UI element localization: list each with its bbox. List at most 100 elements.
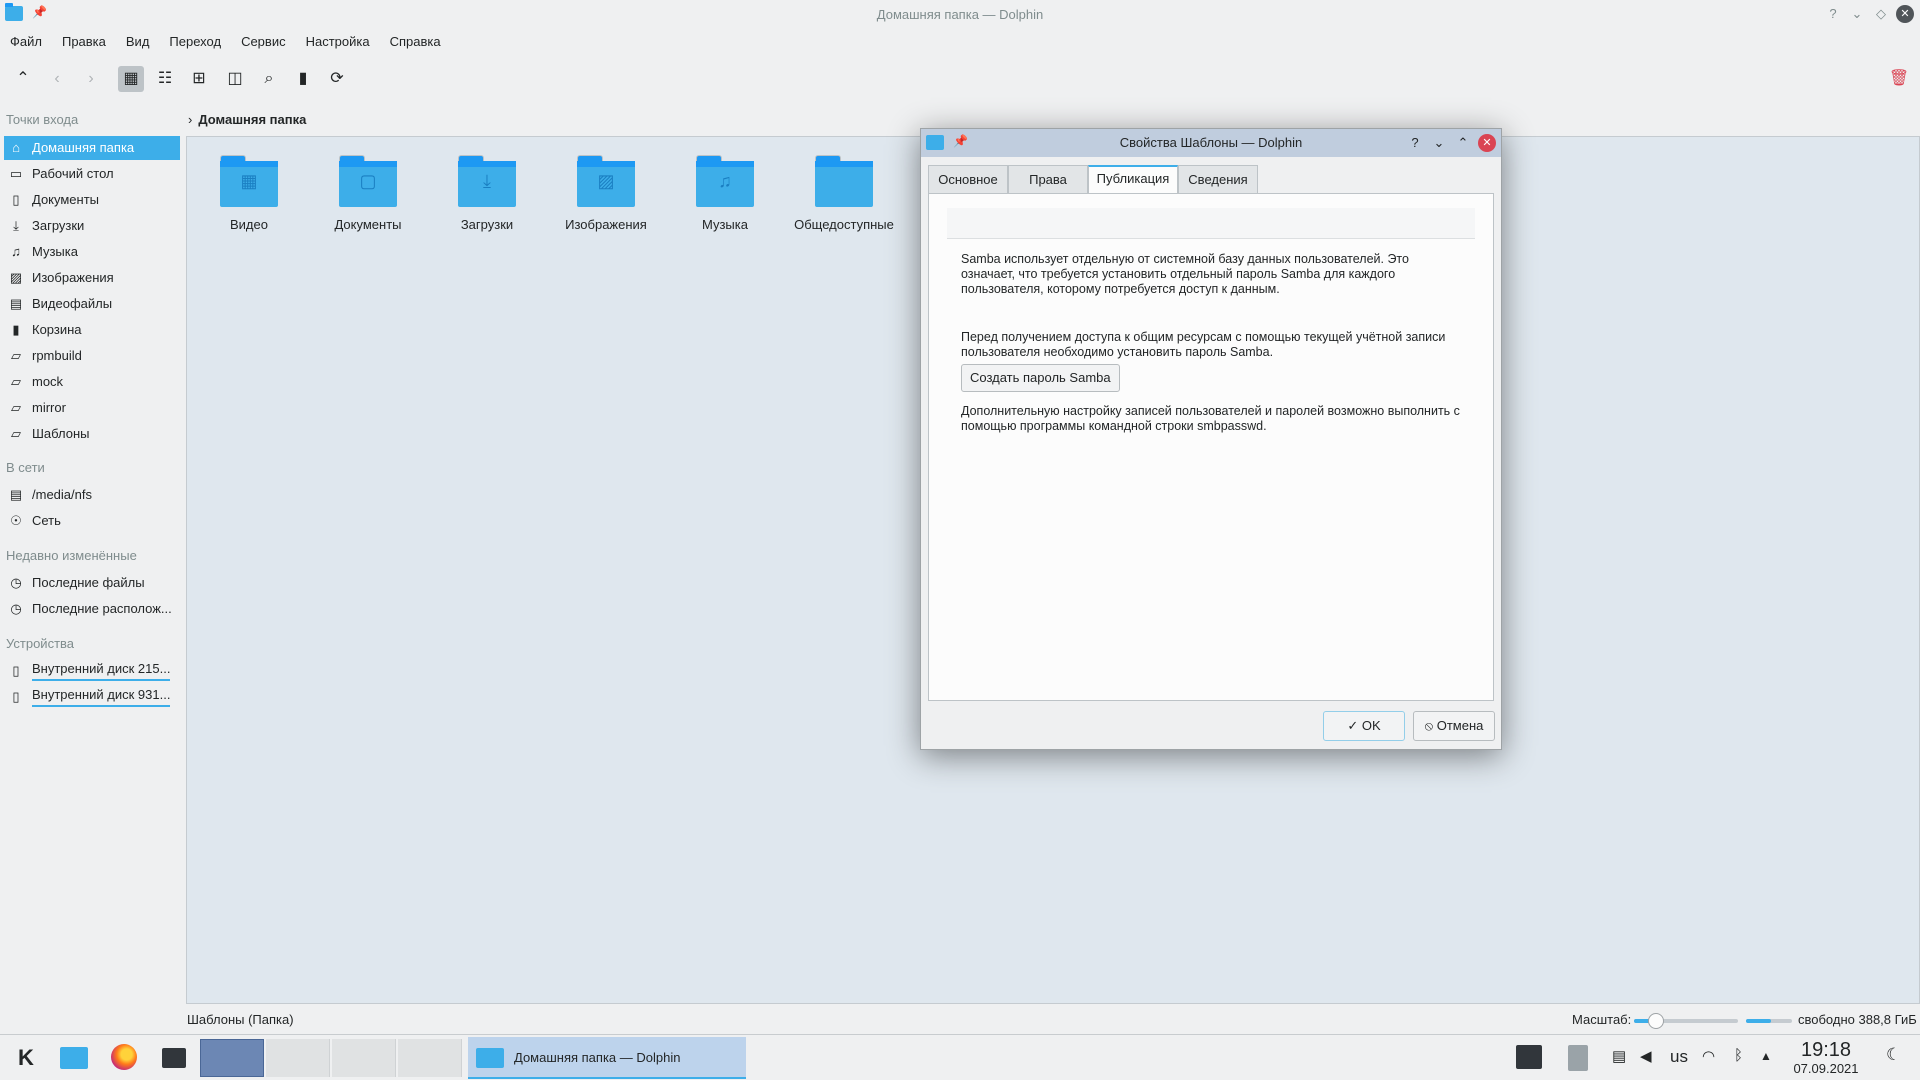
folder-icon: ▱: [11, 426, 21, 441]
menu-file[interactable]: Файл: [0, 32, 52, 51]
smbpasswd-note: Дополнительную настройку записей пользов…: [961, 404, 1460, 433]
place-recent-files[interactable]: ◷ Последние файлы: [4, 571, 180, 595]
folder-item-music[interactable]: ♫ Музыка: [673, 155, 777, 235]
virtual-desktop-3[interactable]: [332, 1039, 396, 1077]
night-mode-icon[interactable]: ☾: [1886, 1045, 1901, 1065]
place-mock[interactable]: ▱ mock: [4, 370, 180, 394]
zoom-slider-handle[interactable]: [1647, 1013, 1664, 1029]
bluetooth-icon[interactable]: ᛒ: [1734, 1047, 1743, 1064]
folder-item-pictures[interactable]: ▨ Изображения: [554, 155, 658, 235]
folder-item-downloads[interactable]: ⤓ Загрузки: [435, 155, 539, 235]
folder-item-video[interactable]: ▦ Видео: [197, 155, 301, 235]
virtual-desktop-4[interactable]: [398, 1039, 462, 1077]
place-downloads[interactable]: ⤓ Загрузки: [4, 214, 180, 238]
menu-tools[interactable]: Сервис: [231, 32, 296, 51]
place-label: mirror: [32, 400, 66, 415]
search-icon[interactable]: ⌕: [256, 66, 282, 92]
place-recent-locations[interactable]: ◷ Последние располож...: [4, 597, 180, 621]
place-disk-215[interactable]: ▯ Внутренний диск 215...: [4, 659, 180, 683]
terminal-icon[interactable]: ▮: [290, 66, 316, 92]
trash-icon[interactable]: 🗑: [1886, 66, 1912, 92]
menu-view[interactable]: Вид: [116, 32, 160, 51]
dialog-titlebar[interactable]: 📌 Свойства Шаблоны — Dolphin ? ⌄ ⌃ ✕: [921, 129, 1501, 157]
folder-icon: ▱: [11, 348, 21, 363]
clipboard-icon[interactable]: ▤: [1612, 1047, 1626, 1065]
tab-permissions[interactable]: Права: [1008, 165, 1088, 193]
place-label: Корзина: [32, 322, 82, 337]
place-rpmbuild[interactable]: ▱ rpmbuild: [4, 344, 180, 368]
split-view-icon[interactable]: ◫: [222, 66, 248, 92]
compact-view-icon[interactable]: ☷: [152, 66, 178, 92]
place-network[interactable]: ☉ Сеть: [4, 509, 180, 533]
minimize-icon[interactable]: ⌄: [1848, 5, 1866, 23]
back-icon[interactable]: ‹: [44, 66, 70, 92]
section-places: Точки входа: [6, 112, 79, 127]
create-samba-password-button[interactable]: Создать пароль Samba: [961, 364, 1120, 392]
place-desktop[interactable]: ▭ Рабочий стол: [4, 162, 180, 186]
clock-date: 07.09.2021: [1793, 1061, 1859, 1076]
close-icon[interactable]: ✕: [1478, 134, 1496, 152]
firefox-icon[interactable]: [111, 1044, 139, 1072]
clock-time: 19:18: [1800, 1039, 1852, 1061]
trash-widget-icon[interactable]: [1568, 1045, 1588, 1071]
ok-button[interactable]: ✓ OK: [1323, 711, 1405, 741]
place-documents[interactable]: ▯ Документы: [4, 188, 180, 212]
folder-item-public[interactable]: Общедоступные: [792, 155, 896, 235]
place-templates[interactable]: ▱ Шаблоны: [4, 422, 180, 446]
window-title: Домашняя папка — Dolphin: [876, 7, 1044, 22]
folder-item-documents[interactable]: ▢ Документы: [316, 155, 420, 235]
keyboard-layout[interactable]: us: [1670, 1047, 1688, 1067]
place-trash[interactable]: ▮ Корзина: [4, 318, 180, 342]
tab-details[interactable]: Сведения: [1178, 165, 1258, 193]
place-label: Шаблоны: [32, 426, 90, 441]
place-pictures[interactable]: ▨ Изображения: [4, 266, 180, 290]
tab-general[interactable]: Основное: [928, 165, 1008, 193]
folder-name: Музыка: [702, 217, 748, 232]
maximize-icon[interactable]: ◇: [1872, 5, 1890, 23]
chevron-right-icon[interactable]: ›: [188, 112, 192, 127]
minimize-icon[interactable]: ⌄: [1430, 134, 1448, 152]
task-dolphin[interactable]: Домашняя папка — Dolphin: [468, 1037, 746, 1079]
place-label: Изображения: [32, 270, 114, 285]
maximize-icon[interactable]: ⌃: [1454, 134, 1472, 152]
application-launcher-icon[interactable]: K: [12, 1044, 40, 1072]
close-icon[interactable]: ✕: [1896, 5, 1914, 23]
help-icon[interactable]: ?: [1406, 134, 1424, 152]
place-home[interactable]: ⌂ Домашняя папка: [4, 136, 180, 160]
place-label: mock: [32, 374, 64, 389]
place-media-nfs[interactable]: ▤ /media/nfs: [4, 483, 180, 507]
places-panel: Точки входа ⌂ Домашняя папка ▭ Рабочий сто…: [0, 110, 180, 1005]
place-videos[interactable]: ▤ Видеофайлы: [4, 292, 180, 316]
system-monitor-icon[interactable]: [1516, 1045, 1542, 1069]
refresh-icon[interactable]: ⟳: [324, 66, 350, 92]
menu-go[interactable]: Переход: [159, 32, 231, 51]
forward-icon[interactable]: ›: [78, 66, 104, 92]
icons-view-icon[interactable]: ▦: [118, 66, 144, 92]
digital-clock[interactable]: 19:18 07.09.2021: [1786, 1039, 1866, 1077]
wifi-icon[interactable]: ◠: [1702, 1047, 1715, 1065]
tab-sharing[interactable]: Публикация: [1088, 165, 1178, 194]
free-space-fill: [1746, 1019, 1772, 1023]
folder-icon: [476, 1048, 504, 1068]
menu-edit[interactable]: Правка: [52, 32, 116, 51]
window-titlebar[interactable]: 📌 Домашняя папка — Dolphin ? ⌄ ◇ ✕: [0, 0, 1920, 30]
dolphin-launcher-icon[interactable]: [60, 1044, 88, 1072]
place-mirror[interactable]: ▱ mirror: [4, 396, 180, 420]
cancel-button[interactable]: ⦸ Отмена: [1413, 711, 1495, 741]
place-disk-931[interactable]: ▯ Внутренний диск 931...: [4, 685, 180, 709]
help-icon[interactable]: ?: [1824, 5, 1842, 23]
terminal-launcher-icon[interactable]: [160, 1044, 188, 1072]
breadcrumb-current[interactable]: Домашняя папка: [198, 112, 306, 127]
details-view-icon[interactable]: ⊞: [186, 66, 212, 92]
breadcrumb[interactable]: › Домашняя папка: [188, 112, 306, 127]
menu-help[interactable]: Справка: [380, 32, 451, 51]
up-icon[interactable]: ⌃: [10, 66, 36, 92]
virtual-desktop-1[interactable]: [200, 1039, 264, 1077]
tray-expand-icon[interactable]: ▲: [1760, 1049, 1772, 1063]
zoom-slider[interactable]: [1634, 1013, 1738, 1029]
virtual-desktop-2[interactable]: [266, 1039, 330, 1077]
video-emblem-icon: ▦: [240, 171, 258, 191]
menu-settings[interactable]: Настройка: [296, 32, 380, 51]
volume-icon[interactable]: ◀: [1640, 1047, 1652, 1065]
place-music[interactable]: ♫ Музыка: [4, 240, 180, 264]
